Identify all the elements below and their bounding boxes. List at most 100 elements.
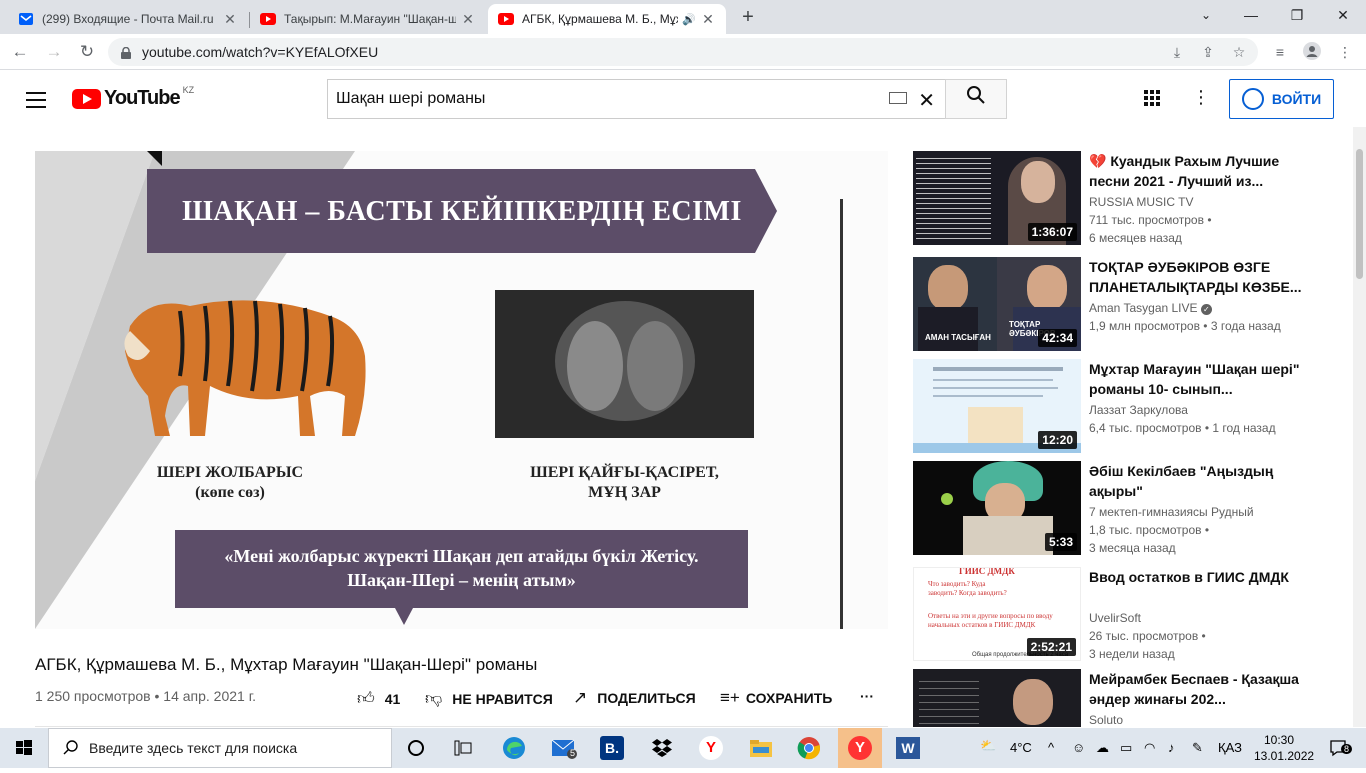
- volume-icon[interactable]: ♪: [1168, 740, 1175, 755]
- windows-start-icon[interactable]: [0, 728, 48, 768]
- tab-youtube-active[interactable]: АГБК, Құрмашева М. Б., Мұх 🔊 ✕: [488, 4, 726, 34]
- clear-search-icon[interactable]: ✕: [918, 88, 935, 113]
- upload-age: 3 недели назад: [1089, 647, 1175, 661]
- task-view-icon[interactable]: [447, 732, 479, 764]
- video-meta: 1 250 просмотров • 14 апр. 2021 г.: [35, 688, 256, 704]
- address-bar[interactable]: youtube.com/watch?v=KYEfALOfXEU: [108, 38, 1258, 66]
- video-thumbnail[interactable]: 1:36:07: [913, 151, 1081, 245]
- recommendation-title[interactable]: Әбіш Кекілбаев "Аңыздың ақыры": [1089, 461, 1309, 501]
- file-explorer-icon[interactable]: [745, 732, 777, 764]
- tray-expand-icon[interactable]: ^: [1048, 740, 1054, 755]
- slide-quote: «Мені жолбарыс жүректі Шақан деп атайды …: [224, 546, 699, 590]
- youtube-logo[interactable]: YouTube KZ: [72, 85, 194, 110]
- booking-icon[interactable]: B.: [596, 732, 628, 764]
- onedrive-icon[interactable]: ☁: [1096, 740, 1109, 756]
- save-button[interactable]: ≡+ СОХРАНИТЬ: [720, 688, 832, 708]
- new-tab-button[interactable]: +: [737, 6, 759, 28]
- tab-youtube-1[interactable]: Тақырып: М.Мағауин "Шақан-ш ✕: [250, 4, 486, 34]
- notification-center-icon[interactable]: 8: [1322, 732, 1354, 764]
- video-thumbnail[interactable]: АМАН ТАСЫҒАН ТОҚТАР ӘУБӘКІРОВ 42:34: [913, 257, 1081, 351]
- signin-button[interactable]: ВОЙТИ: [1229, 79, 1334, 119]
- settings-dots-icon[interactable]: ⋮: [1192, 87, 1210, 108]
- taskbar-search-input[interactable]: Введите здесь текст для поиска: [48, 728, 392, 768]
- scrollbar-thumb[interactable]: [1356, 149, 1363, 279]
- channel-name[interactable]: Лаззат Заркулова: [1089, 403, 1188, 417]
- dropbox-icon[interactable]: [646, 732, 678, 764]
- recommendation-item[interactable]: АМАН ТАСЫҒАН ТОҚТАР ӘУБӘКІРОВ 42:34 ТОҚТ…: [913, 257, 1353, 353]
- back-arrow-icon[interactable]: ←: [8, 40, 32, 64]
- close-tab-icon[interactable]: ✕: [460, 11, 476, 28]
- pen-icon[interactable]: ✎: [1192, 740, 1203, 756]
- share-button[interactable]: ↗ ПОДЕЛИТЬСЯ: [573, 688, 696, 708]
- video-thumbnail[interactable]: ГИИС ДМДК Что заводить? Куда заводить? К…: [913, 567, 1081, 661]
- profile-icon[interactable]: [1302, 42, 1322, 62]
- video-thumbnail[interactable]: 12:20: [913, 359, 1081, 453]
- apps-grid-icon[interactable]: [1143, 89, 1163, 109]
- recommendation-title[interactable]: Мұхтар Мағауин "Шақан шері" романы 10- с…: [1089, 359, 1309, 399]
- dislike-button[interactable]: 👎︎ НЕ НРАВИТСЯ: [425, 688, 553, 709]
- media-control-icon[interactable]: ≡: [1270, 42, 1290, 62]
- share-icon[interactable]: ⇪: [1198, 42, 1218, 62]
- view-count: 1,9 млн просмотров • 3 года назад: [1089, 319, 1281, 333]
- youtube-icon: [260, 11, 276, 27]
- browser-menu-icon[interactable]: ⋮: [1335, 42, 1355, 62]
- recommendation-title[interactable]: 💔 Куандык Рахым Лучшие песни 2021 - Лучш…: [1089, 151, 1309, 191]
- channel-name[interactable]: Aman Tasygan LIVE ✓: [1089, 301, 1212, 315]
- forward-arrow-icon[interactable]: →: [42, 40, 66, 64]
- channel-name[interactable]: 7 мектеп-гимназиясы Рудный: [1089, 505, 1254, 519]
- thumbs-down-icon: 👎︎: [425, 689, 443, 708]
- video-thumbnail[interactable]: [913, 669, 1081, 727]
- recommendation-title[interactable]: Мейрамбек Беспаев - Қазақша әндер жинағы…: [1089, 669, 1309, 709]
- reload-icon[interactable]: ↻: [75, 40, 99, 64]
- mail-app-icon[interactable]: 5: [548, 732, 580, 764]
- recommendation-item[interactable]: 5:33 Әбіш Кекілбаев "Аңыздың ақыры" 7 ме…: [913, 461, 1353, 557]
- restore-button[interactable]: ❐: [1274, 0, 1320, 30]
- people-icon[interactable]: ☺: [1072, 740, 1085, 755]
- video-player[interactable]: ШАҚАН – БАСТЫ КЕЙІПКЕРДІҢ ЕСІМІ ШЕРІ ЖОЛ…: [35, 151, 888, 629]
- wifi-icon[interactable]: ◠: [1144, 740, 1155, 756]
- input-language[interactable]: ҚАЗ: [1218, 740, 1242, 755]
- search-button[interactable]: [945, 79, 1007, 119]
- cortana-icon[interactable]: [400, 732, 432, 764]
- lock-icon: [120, 46, 132, 59]
- channel-name[interactable]: UvelirSoft: [1089, 611, 1141, 625]
- recommendation-item[interactable]: 12:20 Мұхтар Мағауин "Шақан шері" романы…: [913, 359, 1353, 455]
- search-input[interactable]: Шақан шері романы ✕: [327, 79, 945, 119]
- search-icon: [967, 86, 985, 104]
- hamburger-menu-icon[interactable]: [24, 88, 48, 110]
- yandex-icon[interactable]: Y: [695, 732, 727, 764]
- edge-icon[interactable]: [498, 732, 530, 764]
- tab-mail[interactable]: (299) Входящие - Почта Mail.ru ✕: [8, 4, 248, 34]
- speaker-icon[interactable]: 🔊: [682, 13, 696, 26]
- video-thumbnail[interactable]: 5:33: [913, 461, 1081, 555]
- recommendation-item[interactable]: 1:36:07 💔 Куандык Рахым Лучшие песни 202…: [913, 151, 1353, 247]
- bookmark-star-icon[interactable]: ☆: [1229, 42, 1249, 62]
- system-clock[interactable]: 10:30 13.01.2022: [1254, 732, 1314, 764]
- close-tab-icon[interactable]: ✕: [700, 11, 716, 28]
- windows-taskbar: Введите здесь текст для поиска 5 B. Y Y …: [0, 728, 1366, 768]
- tab-search-icon[interactable]: ⌄: [1183, 0, 1229, 30]
- word-icon[interactable]: W: [892, 732, 924, 764]
- channel-name[interactable]: RUSSIA MUSIC TV: [1089, 195, 1193, 209]
- page-scrollbar[interactable]: [1353, 127, 1366, 727]
- yandex-browser-active-icon[interactable]: Y: [838, 728, 882, 768]
- recommendation-title[interactable]: Ввод остатков в ГИИС ДМДК: [1089, 567, 1309, 587]
- close-window-button[interactable]: ✕: [1320, 0, 1366, 30]
- minimize-button[interactable]: —: [1228, 0, 1274, 30]
- recommendation-item[interactable]: ГИИС ДМДК Что заводить? Куда заводить? К…: [913, 567, 1353, 663]
- weather-icon[interactable]: ⛅: [980, 738, 996, 754]
- verified-icon: ✓: [1200, 304, 1212, 315]
- like-button[interactable]: 👍︎ 41: [357, 688, 400, 709]
- close-tab-icon[interactable]: ✕: [222, 11, 238, 28]
- slide-left-caption: ШЕРІ ЖОЛБАРЫС (көпе сөз): [156, 464, 304, 501]
- recommendation-title[interactable]: ТОҚТАР ӘУБӘКІРОВ ӨЗГЕ ПЛАНЕТАЛЫҚТАРДЫ КӨ…: [1089, 257, 1309, 297]
- chrome-icon[interactable]: [793, 732, 825, 764]
- install-icon[interactable]: ⤓: [1167, 42, 1187, 62]
- view-count: 1,8 тыс. просмотров •: [1089, 523, 1210, 537]
- battery-icon[interactable]: ▭: [1120, 740, 1132, 756]
- recommendation-item[interactable]: Мейрамбек Беспаев - Қазақша әндер жинағы…: [913, 669, 1353, 727]
- more-actions-icon[interactable]: ···: [860, 688, 874, 704]
- temperature-text[interactable]: 4°C: [1010, 740, 1032, 755]
- channel-name[interactable]: Soluto: [1089, 713, 1123, 727]
- keyboard-icon[interactable]: [889, 92, 907, 104]
